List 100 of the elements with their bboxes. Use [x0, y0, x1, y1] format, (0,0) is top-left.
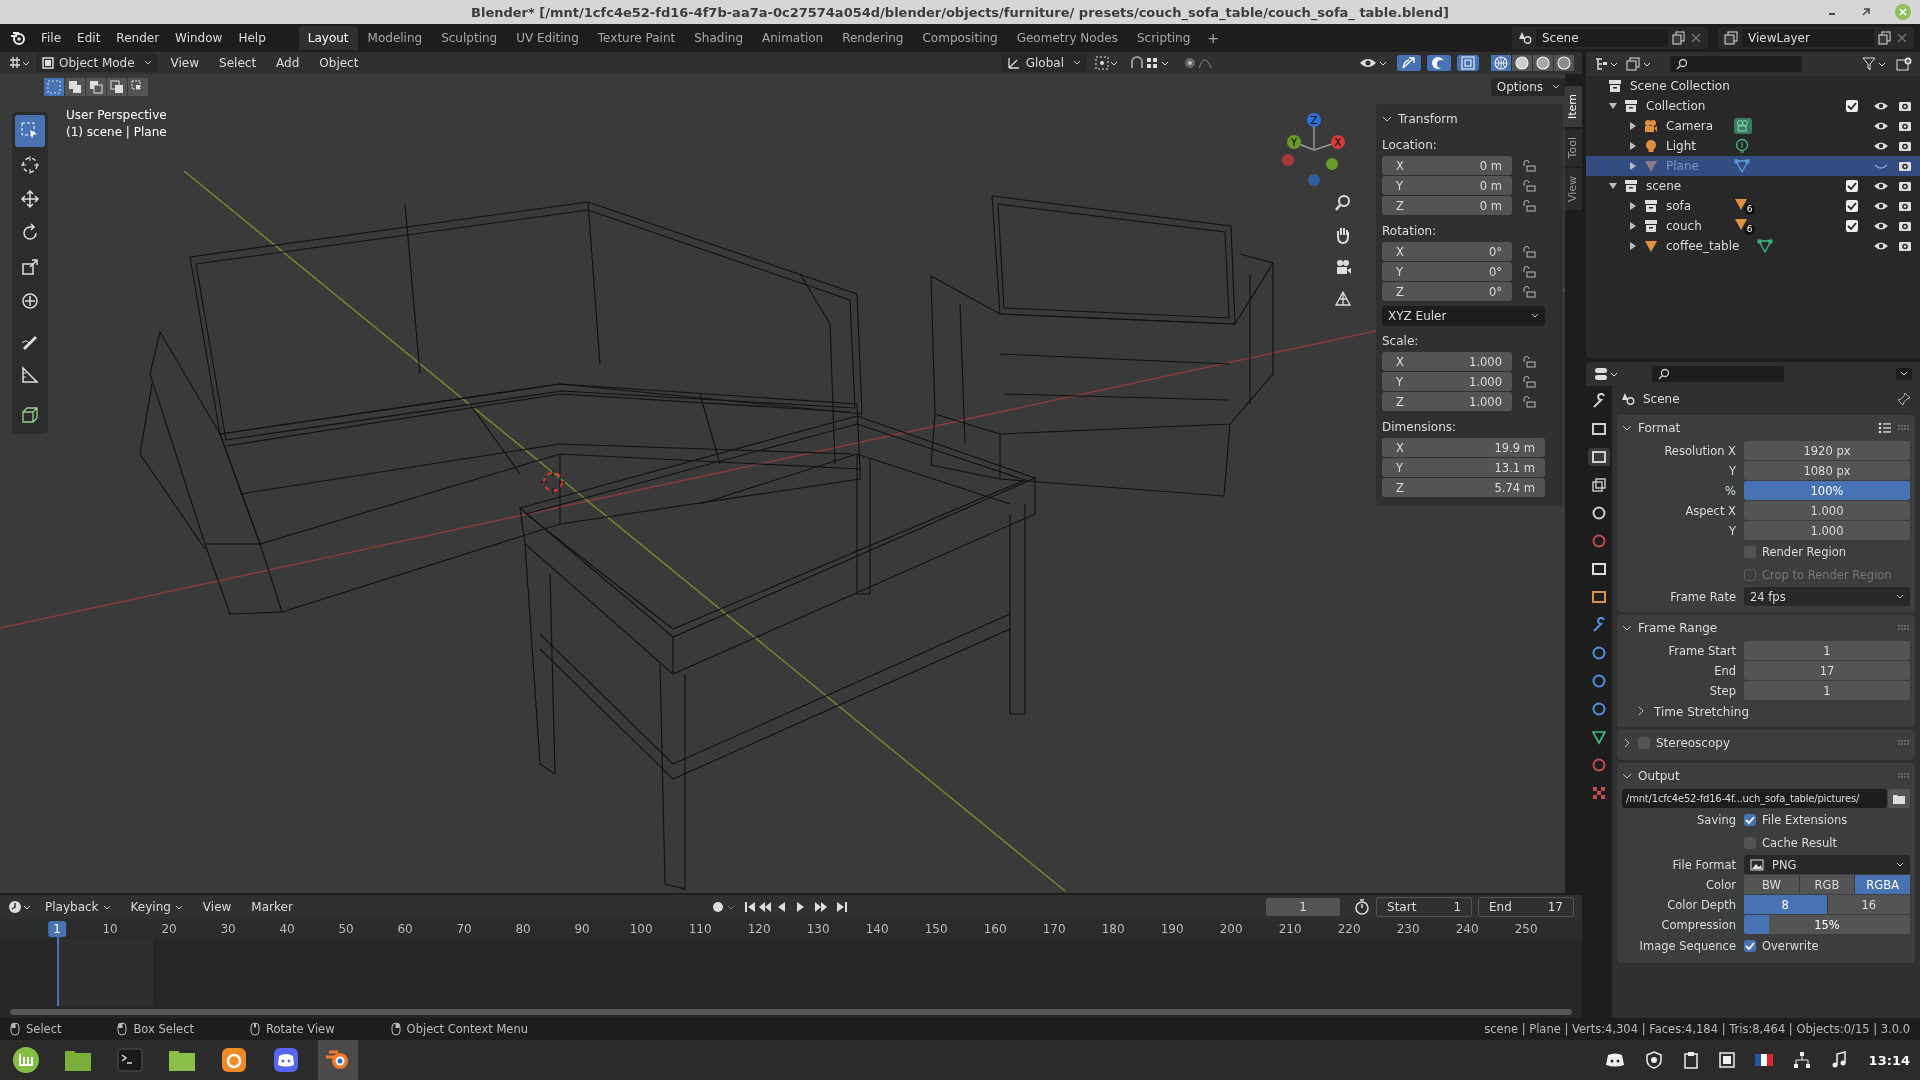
outliner-item[interactable]: Collection [1646, 99, 1706, 113]
copy-icon[interactable] [1672, 31, 1686, 45]
lock-icon[interactable] [1522, 285, 1536, 298]
window-icon[interactable] [1718, 1052, 1735, 1068]
eye-icon[interactable] [1873, 140, 1889, 152]
number-field[interactable]: 1 [1744, 641, 1910, 660]
stopwatch-icon[interactable] [1354, 899, 1370, 915]
outliner-item[interactable]: scene [1646, 179, 1696, 193]
clock-editor-icon[interactable] [8, 900, 32, 914]
expand-icon[interactable] [1622, 738, 1632, 748]
expand-icon[interactable] [1629, 122, 1637, 130]
outliner-item[interactable]: Light [1666, 139, 1716, 153]
number-field[interactable]: X 0 m [1382, 156, 1512, 175]
hand-icon[interactable] [1334, 226, 1352, 244]
outliner-item[interactable]: sofa [1666, 199, 1716, 213]
collapse-icon[interactable] [1622, 771, 1632, 781]
timeline-menu[interactable]: View [195, 897, 239, 917]
panel-title[interactable]: Format [1638, 421, 1681, 435]
dropdown[interactable]: PNG [1744, 855, 1910, 874]
collapse-icon[interactable] [1622, 423, 1632, 433]
menu-item[interactable]: Window [168, 28, 230, 48]
option-button[interactable]: RGBA [1855, 875, 1910, 894]
pin-icon[interactable] [1897, 392, 1911, 406]
add-workspace-button[interactable]: + [1200, 26, 1227, 50]
start-frame-field[interactable]: Start 1 [1376, 897, 1472, 917]
options-dropdown[interactable]: Options [1490, 78, 1566, 96]
drag-handle-icon[interactable] [1898, 425, 1910, 431]
visibility-icon[interactable] [1359, 56, 1389, 70]
workspace-tab[interactable]: Layout [298, 26, 358, 50]
pivot-icon[interactable] [1095, 56, 1119, 70]
view-layer-selector[interactable]: ViewLayer [1718, 27, 1914, 49]
number-field[interactable]: 1920 px [1744, 441, 1910, 460]
number-field[interactable]: Z 5.74 m [1382, 478, 1545, 497]
lock-icon[interactable] [1522, 355, 1536, 368]
menu-item[interactable]: Edit [70, 28, 108, 48]
dropdown[interactable]: 24 fps [1744, 587, 1910, 606]
checkbox[interactable] [1744, 814, 1756, 826]
option-button[interactable]: 8 [1744, 895, 1827, 914]
collapse-icon[interactable] [1609, 182, 1617, 190]
expand-icon[interactable] [1629, 242, 1637, 250]
grid-icon[interactable] [1334, 290, 1352, 308]
collapse-icon[interactable] [1622, 623, 1632, 633]
workspace-tab[interactable]: Compositing [913, 26, 1007, 50]
network-icon[interactable] [1792, 1051, 1811, 1069]
collapse-icon[interactable] [1609, 102, 1617, 110]
eye-icon[interactable] [1873, 200, 1889, 212]
options-dropdown[interactable] [1896, 368, 1912, 380]
checkbox[interactable] [1744, 940, 1756, 952]
xray-toggle-button[interactable] [1457, 55, 1479, 71]
number-field[interactable]: Y 0° [1382, 262, 1512, 281]
slider-field[interactable]: 15% [1744, 915, 1910, 934]
panel-title[interactable]: Output [1638, 769, 1680, 783]
eye-icon[interactable] [1873, 100, 1889, 112]
lock-icon[interactable] [1522, 375, 1536, 388]
lock-icon[interactable] [1522, 245, 1536, 258]
outliner-item[interactable]: coffee_table [1666, 239, 1740, 253]
current-frame-field[interactable]: 1 [1266, 898, 1340, 916]
eye-icon[interactable] [1873, 240, 1889, 252]
mode-dropdown[interactable]: Object Mode [36, 54, 158, 72]
timeline-menu[interactable]: Marker [244, 897, 300, 917]
folder-icon[interactable] [1888, 789, 1910, 808]
maximize-icon[interactable] [1860, 6, 1872, 18]
close-icon[interactable] [1896, 32, 1908, 44]
drag-handle-icon[interactable] [1898, 773, 1910, 779]
subtract-selection-icon[interactable] [86, 78, 106, 96]
overlay-toggle-button[interactable] [1427, 55, 1451, 71]
flag-icon[interactable] [1754, 1054, 1773, 1066]
viewport-menu[interactable]: Select [212, 53, 264, 73]
lock-icon[interactable] [1522, 179, 1536, 192]
slider-field[interactable]: 100% [1744, 481, 1910, 500]
expand-icon[interactable] [1629, 162, 1637, 170]
viewport-menu[interactable]: View [163, 53, 207, 73]
music-note-icon[interactable] [1830, 1051, 1847, 1069]
render-camera-icon[interactable] [1898, 200, 1912, 212]
shading-mode-button[interactable] [1533, 55, 1553, 71]
new-collection-icon[interactable] [1896, 57, 1912, 71]
workspace-tab[interactable]: UV Editing [507, 26, 588, 50]
number-field[interactable]: Z 0° [1382, 282, 1512, 301]
shield-icon[interactable] [1644, 1051, 1663, 1069]
number-field[interactable]: X 0° [1382, 242, 1512, 261]
search-field[interactable] [1652, 366, 1784, 382]
lock-icon[interactable] [1522, 159, 1536, 172]
lock-icon[interactable] [1522, 395, 1536, 408]
outliner-item[interactable]: Scene Collection [1630, 79, 1730, 93]
shading-mode-button[interactable] [1512, 55, 1532, 71]
expand-icon[interactable] [1629, 202, 1637, 210]
timeline-menu[interactable]: Keying [123, 897, 190, 917]
blender-icon[interactable] [318, 1040, 358, 1080]
collapse-icon[interactable] [1382, 115, 1392, 123]
chat-tray-icon[interactable] [1604, 1052, 1625, 1068]
number-field[interactable]: Z 1.000 [1382, 392, 1512, 411]
number-field[interactable]: X 1.000 [1382, 352, 1512, 371]
panel-title[interactable]: Stereoscopy [1656, 736, 1730, 750]
scrollbar[interactable] [10, 1009, 1572, 1015]
clipboard-icon[interactable] [1682, 1051, 1699, 1069]
number-field[interactable]: Y 1.000 [1382, 372, 1512, 391]
subpanel-header[interactable]: Time Stretching [1646, 701, 1750, 721]
eye-icon[interactable] [1873, 180, 1889, 192]
orientation-dropdown[interactable]: Global [1000, 54, 1087, 72]
editor-type-icon[interactable] [1594, 367, 1620, 381]
